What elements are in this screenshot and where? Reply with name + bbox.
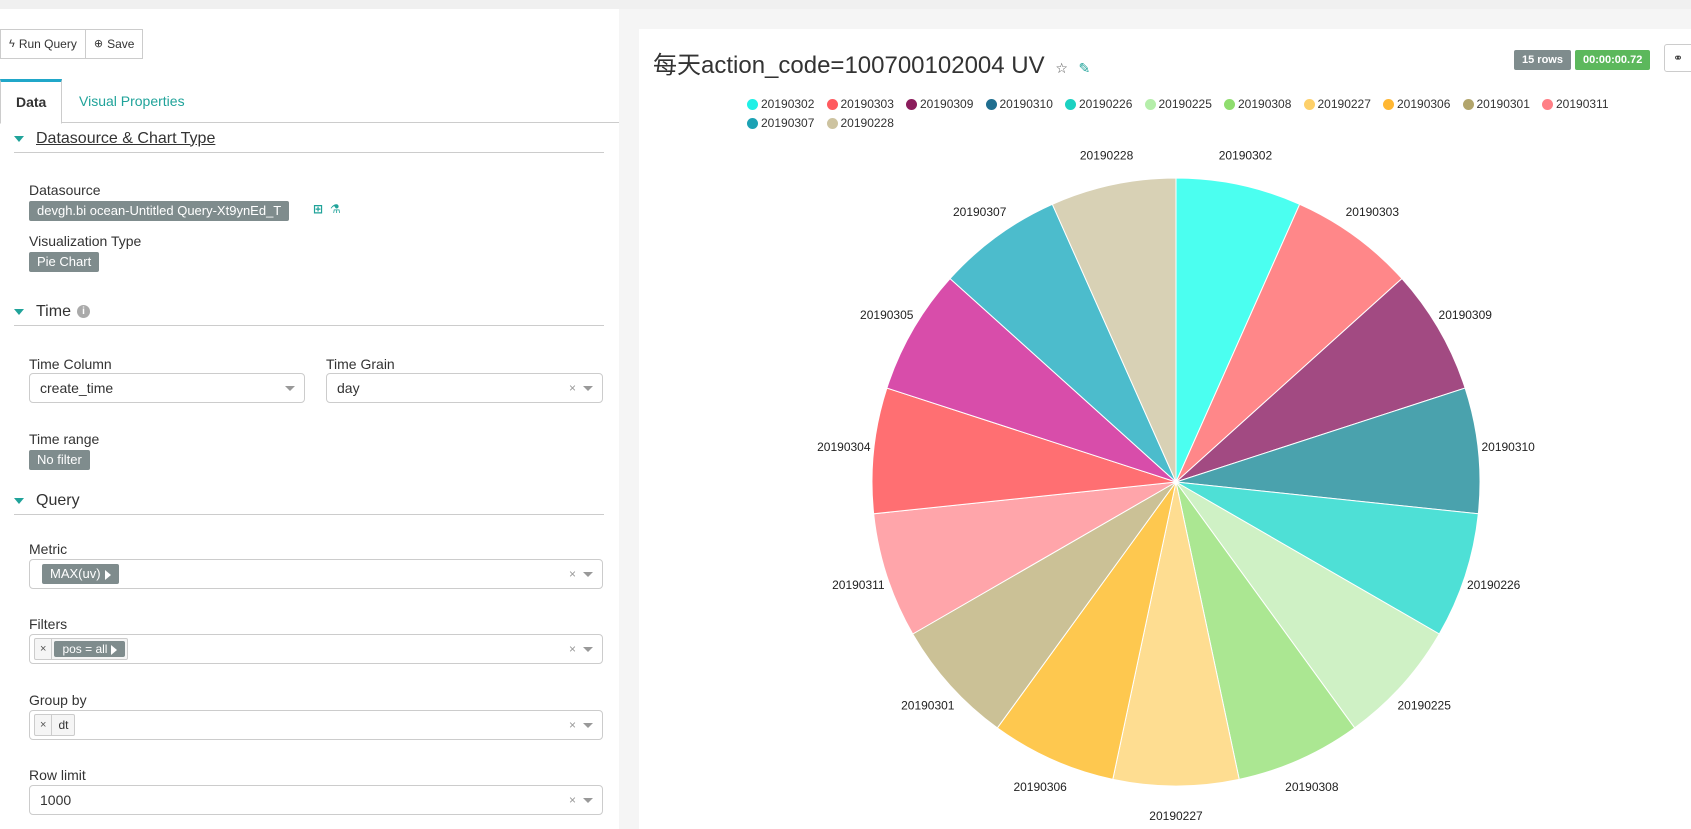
plus-circle-icon: ⊕ [93, 38, 104, 50]
row-limit-value: 1000 [40, 792, 72, 808]
filter-value: pos = all [62, 642, 108, 656]
bolt-icon: ϟ [9, 38, 15, 50]
tab-data[interactable]: Data [0, 79, 63, 124]
pie-slice-label: 20190307 [953, 205, 1007, 219]
pie-slice-label: 20190309 [1439, 308, 1493, 322]
pie-slice-label: 20190301 [901, 698, 955, 712]
caret-right-icon [104, 569, 111, 580]
pie-slice-label: 20190311 [832, 578, 885, 592]
filters-select[interactable]: × pos = all × [29, 634, 603, 664]
datasource-tag[interactable]: devgh.bi ocean-Untitled Query-Xt9ynEd_T [29, 201, 290, 221]
time-column-select[interactable]: create_time [29, 373, 305, 403]
pie-slice-label: 20190310 [1481, 440, 1535, 454]
chevron-down-icon[interactable] [583, 572, 593, 577]
time-column-value: create_time [40, 380, 114, 396]
datasource-label: Datasource [29, 182, 101, 198]
panel-tabs: Data Visual Properties [0, 79, 619, 124]
metric-label: Metric [29, 541, 68, 557]
caret-down-icon [14, 135, 24, 142]
top-bar [0, 0, 1691, 9]
clear-icon[interactable]: × [569, 567, 576, 581]
add-square-icon[interactable]: ⊞ [313, 202, 323, 216]
clear-icon[interactable]: × [569, 718, 576, 732]
pie-slice-label: 20190303 [1346, 205, 1400, 219]
save-label: Save [107, 37, 135, 51]
row-limit-label: Row limit [29, 767, 86, 783]
time-grain-select[interactable]: day × [326, 373, 603, 403]
clear-icon[interactable]: × [569, 642, 576, 656]
time-range-label: Time range [29, 431, 100, 447]
chevron-down-icon[interactable] [583, 798, 593, 803]
pie-chart: 20190302 20190303 20190309 20190310 20190226… [817, 148, 1535, 823]
pie-slice-label: 20190226 [1467, 578, 1521, 592]
chevron-down-icon[interactable] [583, 386, 593, 391]
remove-chip-icon[interactable]: × [35, 715, 53, 735]
section-query-header[interactable]: Query [14, 487, 604, 515]
section-title: Query [36, 491, 80, 509]
section-title: Time [36, 302, 71, 320]
chart-panel: 每天action_code=100700102004 UV ☆ ✎ 15 row… [639, 29, 1691, 829]
metric-value: MAX(uv) [50, 566, 101, 581]
pie-slice-label: 20190228 [1080, 148, 1134, 162]
groupby-select[interactable]: × dt × [29, 710, 603, 740]
pie-slice-label: 20190302 [1219, 148, 1273, 162]
pie-slice-label: 20190306 [1013, 780, 1067, 794]
info-icon[interactable]: i [76, 305, 90, 318]
run-query-button[interactable]: ϟ Run Query [0, 29, 86, 59]
chevron-down-icon[interactable] [285, 386, 295, 391]
section-time-header[interactable]: Time i [14, 298, 604, 326]
clear-icon[interactable]: × [569, 793, 576, 807]
viz-type-label: Visualization Type [29, 233, 142, 249]
clear-icon[interactable]: × [569, 381, 576, 395]
groupby-label: Group by [29, 692, 87, 708]
row-limit-select[interactable]: 1000 × [29, 785, 603, 815]
caret-down-icon [14, 497, 24, 504]
chevron-down-icon[interactable] [583, 647, 593, 652]
groupby-chip[interactable]: × dt [34, 714, 76, 736]
tab-visual-properties[interactable]: Visual Properties [64, 79, 200, 124]
flask-icon[interactable]: ⚗ [330, 202, 341, 216]
pie-slice-label: 20190304 [817, 440, 871, 454]
section-title: Datasource & Chart Type [36, 129, 216, 147]
pie-slice-label: 20190308 [1285, 780, 1339, 794]
remove-chip-icon[interactable]: × [35, 639, 53, 659]
time-grain-label: Time Grain [326, 356, 395, 372]
run-query-label: Run Query [18, 37, 77, 51]
save-button[interactable]: ⊕ Save [85, 29, 144, 59]
control-panel: ϟ Run Query ⊕ Save Data Visual Propertie… [0, 9, 619, 829]
query-toolbar: ϟ Run Query ⊕ Save [0, 29, 144, 59]
pie-slice-label: 20190227 [1149, 809, 1203, 823]
filters-label: Filters [29, 616, 68, 632]
caret-down-icon [14, 308, 24, 315]
groupby-value: dt [58, 718, 69, 732]
chevron-down-icon[interactable] [583, 723, 593, 728]
time-grain-value: day [337, 380, 360, 396]
time-range-tag[interactable]: No filter [29, 450, 90, 470]
pie-slice-label: 20190225 [1398, 698, 1452, 712]
time-column-label: Time Column [29, 356, 112, 372]
caret-right-icon [111, 644, 118, 655]
viz-type-tag[interactable]: Pie Chart [29, 252, 100, 272]
section-datasource-header[interactable]: Datasource & Chart Type [14, 125, 604, 153]
pie-slice-label: 20190305 [860, 308, 914, 322]
metric-select[interactable]: MAX(uv) × [29, 559, 603, 589]
metric-chip[interactable]: MAX(uv) [42, 564, 119, 584]
filter-chip[interactable]: × pos = all [34, 638, 129, 660]
